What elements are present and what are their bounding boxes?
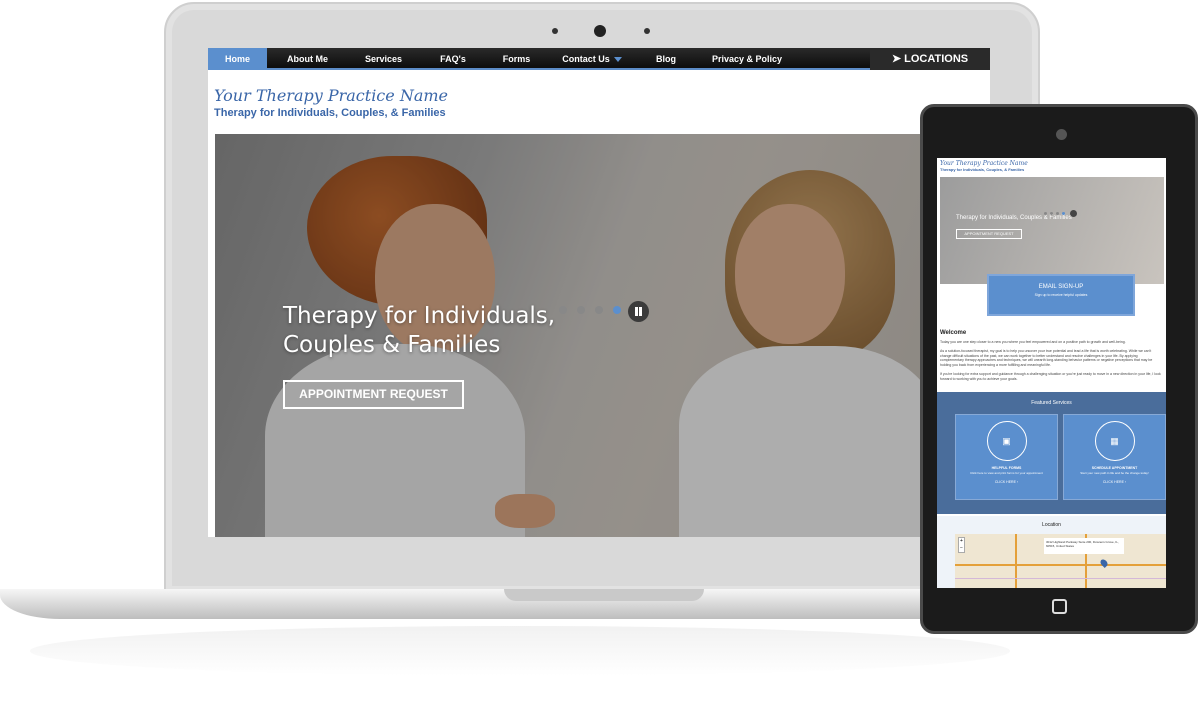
tablet-hero-heading: Therapy for Individuals, Couples & Famil… bbox=[956, 215, 1072, 221]
featured-services: Featured Services ▣ HELPFUL FORMS Click … bbox=[937, 392, 1166, 514]
tablet-slider-dot[interactable] bbox=[1050, 212, 1053, 215]
welcome-paragraph: As a solution-focused therapist, my goal… bbox=[940, 349, 1153, 367]
tablet-site-subtitle: Therapy for Individuals, Couples, & Fami… bbox=[940, 167, 1025, 172]
nav-locations-label: LOCATIONS bbox=[904, 53, 969, 65]
slider-dot-2[interactable] bbox=[577, 306, 585, 314]
slider-dot-3[interactable] bbox=[595, 306, 603, 314]
site-title[interactable]: Your Therapy Practice Name bbox=[214, 86, 448, 105]
nav-blog[interactable]: Blog bbox=[638, 48, 694, 70]
site-subtitle: Therapy for Individuals, Couples, & Fami… bbox=[214, 107, 446, 119]
tablet-camera bbox=[1056, 129, 1067, 140]
card-link[interactable]: CLICK HERE › bbox=[1064, 480, 1165, 484]
tablet-home-button[interactable] bbox=[1052, 599, 1067, 614]
map-road bbox=[1015, 534, 1017, 588]
welcome-heading: Welcome bbox=[940, 330, 967, 336]
nav-home[interactable]: Home bbox=[208, 48, 267, 70]
laptop-reflection bbox=[30, 626, 1010, 676]
nav-about-me[interactable]: About Me bbox=[267, 48, 348, 70]
helpful-forms-card[interactable]: ▣ HELPFUL FORMS Click here to view and p… bbox=[955, 414, 1058, 500]
card-text: Start your new path in life and be the c… bbox=[1080, 471, 1149, 475]
featured-services-title: Featured Services bbox=[1031, 400, 1072, 406]
laptop-screen: Home About Me Services FAQ's Forms Conta… bbox=[208, 48, 990, 537]
tablet-screen: Your Therapy Practice Name Therapy for I… bbox=[937, 158, 1166, 588]
device-mockup-stage: Home About Me Services FAQ's Forms Conta… bbox=[0, 0, 1200, 703]
nav-locations[interactable]: ➤ LOCATIONS bbox=[870, 48, 990, 70]
chevron-right-icon: › bbox=[1124, 480, 1127, 484]
card-link-label: CLICK HERE bbox=[1102, 480, 1124, 484]
laptop-sensor-left bbox=[552, 28, 558, 34]
welcome-paragraph: Today you are one step closer to a new y… bbox=[940, 340, 1126, 344]
tablet-appointment-button[interactable]: APPOINTMENT REQUEST bbox=[956, 229, 1022, 239]
tablet-slider-dots bbox=[1044, 212, 1065, 215]
calendar-icon: ▦ bbox=[1094, 421, 1135, 461]
slider-dot-1[interactable] bbox=[559, 306, 567, 314]
nav-contact-us[interactable]: Contact Us bbox=[546, 48, 638, 70]
appointment-request-button[interactable]: APPOINTMENT REQUEST bbox=[283, 380, 464, 409]
nav-forms[interactable]: Forms bbox=[487, 48, 546, 70]
card-text: Click here to view and print forms for y… bbox=[970, 471, 1043, 475]
email-signup-title: EMAIL SIGN-UP bbox=[1038, 284, 1084, 290]
tablet-pause-icon[interactable] bbox=[1070, 210, 1077, 217]
email-signup-box[interactable]: EMAIL SIGN-UP Sign up to receive helpful… bbox=[987, 274, 1135, 316]
hero-slider: Therapy for Individuals, Couples & Famil… bbox=[215, 134, 990, 537]
card-link-label: CLICK HERE bbox=[994, 480, 1016, 484]
laptop-camera bbox=[594, 25, 606, 37]
nav-contact-us-label: Contact Us bbox=[562, 54, 610, 64]
slider-dot-4[interactable] bbox=[613, 306, 621, 314]
location-map[interactable]: + − 3012 Highland Parkway Suite 200, Down… bbox=[955, 534, 1166, 588]
pause-icon[interactable] bbox=[628, 301, 649, 322]
chevron-right-icon: › bbox=[1016, 480, 1019, 484]
main-nav: Home About Me Services FAQ's Forms Conta… bbox=[208, 48, 990, 70]
map-road bbox=[955, 578, 1166, 579]
map-zoom-controls[interactable]: + − bbox=[958, 537, 965, 553]
laptop-notch bbox=[504, 589, 704, 601]
card-title: HELPFUL FORMS bbox=[991, 466, 1022, 470]
schedule-appointment-card[interactable]: ▦ SCHEDULE APPOINTMENT Start your new pa… bbox=[1063, 414, 1166, 500]
tablet-slider-dot[interactable] bbox=[1044, 212, 1047, 215]
location-section: Location + − 3012 Highland Parkway Suite … bbox=[937, 516, 1166, 588]
map-pin-icon[interactable] bbox=[1099, 558, 1109, 568]
laptop-sensor-right bbox=[644, 28, 650, 34]
map-info-window: 3012 Highland Parkway Suite 200, Downers… bbox=[1044, 538, 1124, 554]
tablet-slider-dot[interactable] bbox=[1056, 212, 1059, 215]
card-link[interactable]: CLICK HERE › bbox=[956, 480, 1057, 484]
tablet-slider-dot[interactable] bbox=[1062, 212, 1065, 215]
tablet-device: Your Therapy Practice Name Therapy for I… bbox=[920, 104, 1198, 634]
nav-faqs[interactable]: FAQ's bbox=[419, 48, 487, 70]
forms-icon: ▣ bbox=[986, 421, 1027, 461]
card-title: SCHEDULE APPOINTMENT bbox=[1091, 466, 1138, 470]
slider-dots bbox=[559, 306, 621, 314]
location-title: Location bbox=[1042, 522, 1061, 528]
email-signup-subtitle: Sign up to receive helpful updates bbox=[1034, 293, 1088, 297]
tablet-site-title[interactable]: Your Therapy Practice Name bbox=[940, 160, 1028, 167]
tablet-hero: Therapy for Individuals, Couples & Famil… bbox=[940, 177, 1164, 284]
nav-services[interactable]: Services bbox=[348, 48, 419, 70]
nav-privacy-policy[interactable]: Privacy & Policy bbox=[694, 48, 800, 70]
welcome-paragraph: If you're looking for extra support and … bbox=[940, 372, 1161, 381]
map-road bbox=[955, 564, 1166, 566]
location-arrow-icon: ➤ bbox=[891, 53, 905, 65]
chevron-down-icon bbox=[613, 57, 622, 63]
